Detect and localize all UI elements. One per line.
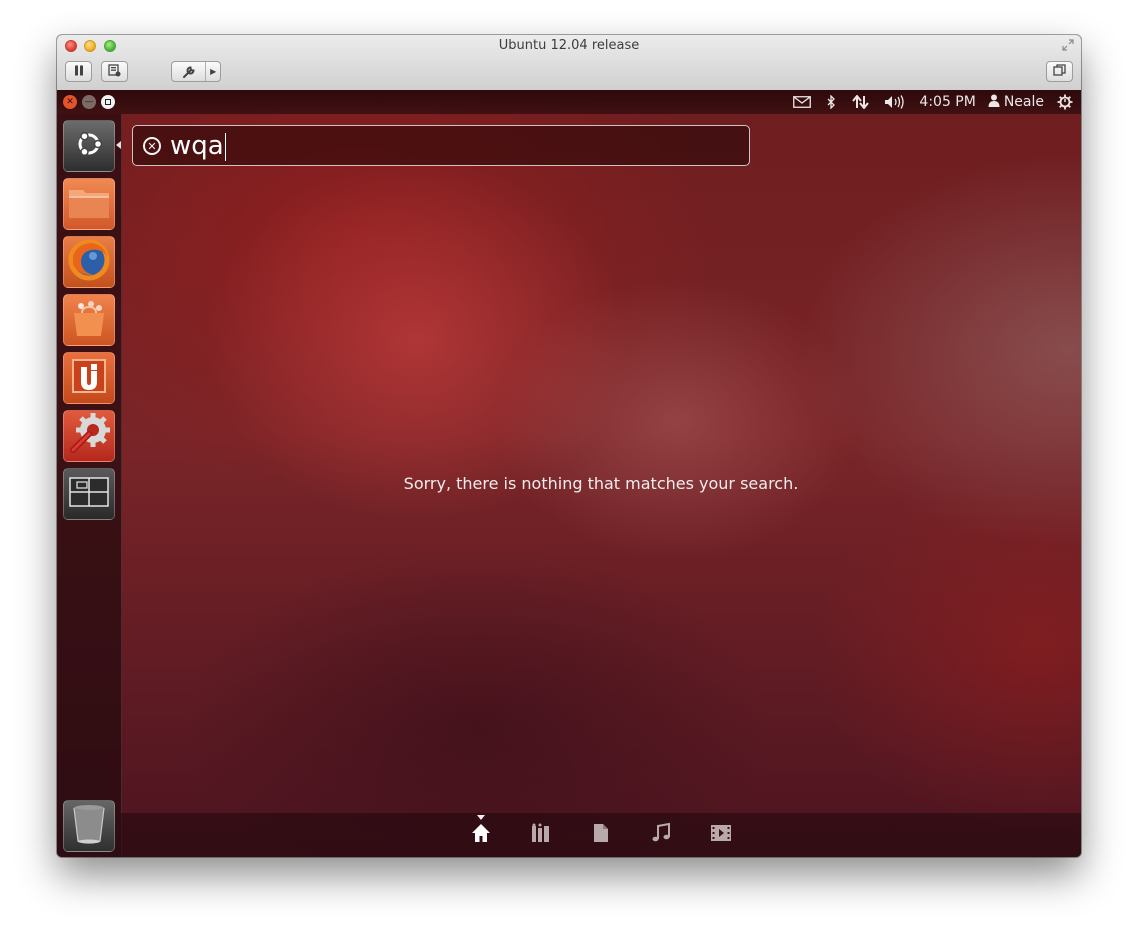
vm-settings-button[interactable]: ▶	[171, 61, 221, 82]
film-icon	[710, 824, 732, 846]
launcher-firefox[interactable]	[63, 236, 115, 288]
no-results-message: Sorry, there is nothing that matches you…	[403, 474, 799, 493]
launcher	[57, 114, 122, 857]
snapshot-icon	[108, 63, 121, 80]
pause-button[interactable]	[65, 61, 92, 82]
lens-bar	[121, 813, 1081, 857]
user-menu[interactable]: Neale	[988, 90, 1044, 114]
folder-icon	[67, 184, 111, 224]
workspaces-icon	[69, 477, 109, 511]
active-lens-indicator	[477, 815, 485, 820]
fullscreen-arrows-icon[interactable]	[1061, 39, 1075, 53]
window-title: Ubuntu 12.04 release	[498, 38, 640, 53]
launcher-trash[interactable]	[63, 800, 115, 852]
lens-music-button[interactable]	[650, 822, 672, 847]
window-mode-button[interactable]	[1046, 61, 1073, 82]
clock[interactable]: 4:05 PM	[919, 90, 975, 114]
power-gear-icon[interactable]	[1057, 90, 1073, 114]
wrench-icon	[172, 62, 207, 81]
pause-icon	[74, 65, 84, 79]
applications-icon	[531, 823, 551, 847]
search-query: wqa	[170, 131, 224, 161]
ubuntu-one-icon	[69, 356, 109, 400]
window-stack-icon	[1053, 64, 1066, 79]
dash-maximize-button[interactable]	[101, 95, 115, 109]
firefox-icon	[67, 238, 111, 286]
user-name: Neale	[1003, 94, 1044, 110]
launcher-dash-home[interactable]	[63, 120, 115, 172]
host-titlebar: Ubuntu 12.04 release ▶	[57, 35, 1081, 91]
launcher-ubuntu-one[interactable]	[63, 352, 115, 404]
triangle-right-icon[interactable]: ▶	[206, 67, 220, 76]
lens-applications-button[interactable]	[530, 823, 552, 847]
lens-video-button[interactable]	[710, 823, 732, 847]
lens-home-button[interactable]	[470, 823, 492, 847]
text-caret	[224, 132, 226, 161]
circle-x-icon[interactable]: ✕	[143, 137, 161, 155]
launcher-workspace-switcher[interactable]	[63, 468, 115, 520]
dash-close-button[interactable]: ✕	[63, 95, 77, 109]
ubuntu-logo-icon	[74, 129, 104, 163]
indicator-area: 4:05 PM Neale	[792, 90, 1073, 114]
shopping-bag-icon	[69, 298, 109, 342]
file-icon	[593, 823, 609, 847]
network-arrows-icon[interactable]	[851, 90, 869, 114]
settings-gear-wrench-icon	[67, 412, 111, 460]
lens-files-button[interactable]	[590, 823, 612, 847]
launcher-home-folder[interactable]	[63, 178, 115, 230]
snapshot-button[interactable]	[101, 61, 128, 82]
active-launcher-indicator	[116, 141, 121, 149]
bluetooth-icon[interactable]	[826, 90, 836, 114]
dash-minimize-button[interactable]: —	[82, 95, 96, 109]
top-panel: ✕ — 4:05 PM Neale	[57, 90, 1081, 114]
trash-icon	[72, 803, 106, 849]
music-note-icon	[651, 822, 671, 847]
envelope-icon[interactable]	[792, 90, 812, 114]
person-icon	[988, 94, 1000, 111]
dash-search-box[interactable]: ✕ wqa	[132, 125, 750, 166]
launcher-system-settings[interactable]	[63, 410, 115, 462]
home-icon	[471, 823, 491, 847]
search-input[interactable]: wqa	[170, 128, 226, 164]
speaker-icon[interactable]	[883, 90, 905, 114]
ubuntu-desktop: ✕ — 4:05 PM Neale ✕ wqa Sorry, there is …	[57, 90, 1081, 857]
launcher-software-centre[interactable]	[63, 294, 115, 346]
vm-host-window: Ubuntu 12.04 release ▶ ✕ — 4:05 PM Neale…	[57, 35, 1081, 857]
